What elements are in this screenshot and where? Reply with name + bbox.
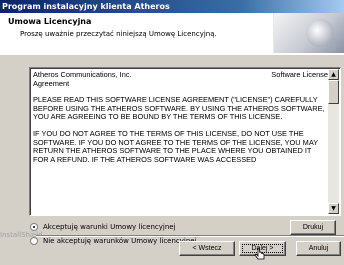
scroll-down-button[interactable]: ▼	[328, 203, 339, 214]
back-button[interactable]: < Wstecz	[179, 241, 235, 256]
accept-option[interactable]: Akceptuję warunki Umowy licencyjnej	[30, 223, 176, 231]
print-button[interactable]: Drukuj	[290, 220, 336, 235]
window-title: Program instalacyjny klienta Atheros	[2, 2, 170, 11]
page-title: Umowa Licencyjna	[8, 17, 92, 26]
accept-label[interactable]: Akceptuję warunki Umowy licencyjnej	[43, 223, 176, 231]
license-paragraph-1: PLEASE READ THIS SOFTWARE LICENSE AGREEM…	[33, 95, 325, 122]
license-agreement-label: Agreement	[33, 78, 70, 88]
footer-divider	[36, 235, 344, 237]
decline-label[interactable]: Nie akceptuję warunków Umowy licencyjnej	[43, 237, 197, 245]
accept-radio[interactable]	[30, 223, 38, 231]
license-textbox[interactable]: Atheros Communications, Inc. Software Li…	[29, 67, 341, 216]
scroll-thumb[interactable]	[328, 80, 339, 104]
scroll-up-button[interactable]: ▲	[328, 69, 339, 80]
license-text: Atheros Communications, Inc. Software Li…	[33, 71, 328, 214]
page-subtitle: Proszę uważnie przeczytać niniejszą Umow…	[20, 30, 217, 38]
cancel-button[interactable]: Anuluj	[296, 241, 341, 256]
header-divider	[0, 54, 344, 55]
license-doc-type: Software License	[271, 71, 328, 79]
header-logo	[273, 13, 344, 53]
decline-option[interactable]: Nie akceptuję warunków Umowy licencyjnej	[30, 237, 197, 245]
license-scrollbar[interactable]: ▲ ▼	[328, 69, 339, 214]
wizard-header: Umowa Licencyjna Proszę uważnie przeczyt…	[0, 13, 344, 55]
mouse-pointer-icon	[254, 247, 265, 260]
window-title-bar[interactable]: Program instalacyjny klienta Atheros	[0, 0, 344, 13]
license-paragraph-2: IF YOU DO NOT AGREE TO THE TERMS OF THIS…	[33, 128, 319, 164]
